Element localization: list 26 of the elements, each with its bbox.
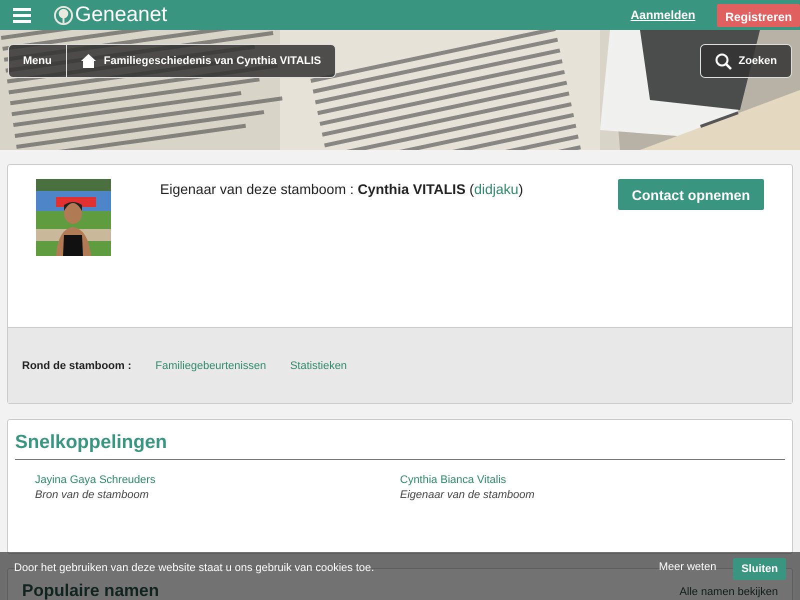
section-title: Snelkoppelingen xyxy=(15,420,785,460)
person-link[interactable]: Jayina Gaya Schreuders xyxy=(35,474,156,486)
breadcrumb-link[interactable]: Familiegeschiedenis van Cynthia VITALIS xyxy=(104,55,322,67)
close-button[interactable]: Sluiten xyxy=(733,558,786,580)
home-icon xyxy=(80,54,96,68)
section-label: Rond de stamboom : xyxy=(22,360,132,372)
search-button[interactable]: Zoeken xyxy=(700,44,792,78)
logo[interactable]: Geneanet xyxy=(75,3,168,27)
search-icon xyxy=(715,52,732,70)
menu-button[interactable]: Menu xyxy=(9,45,67,77)
menu-icon xyxy=(13,8,31,22)
register-button[interactable]: Registreren xyxy=(717,4,800,26)
nav-link[interactable]: Statistieken xyxy=(290,360,347,372)
username-link[interactable]: didjaku xyxy=(474,181,518,197)
nav-link[interactable]: Familiegebeurtenissen xyxy=(155,360,266,372)
more-link[interactable]: Meer weten xyxy=(658,561,716,573)
login-link[interactable]: Aanmelden xyxy=(630,8,696,22)
person-role: Bron van de stamboom xyxy=(35,489,150,501)
owner-text: Eigenaar van deze stamboom : Cynthia VITALIS (didjaku) xyxy=(160,180,524,199)
cookie-text: Door het gebruiken van deze website staat u ons gebruik van cookies toe. xyxy=(14,562,374,574)
person-role: Eigenaar van de stamboom xyxy=(400,489,536,501)
contact-button[interactable]: Contact opnemen xyxy=(618,179,764,210)
all-names-link[interactable]: Alle namen bekijken xyxy=(680,586,778,598)
section-title: Populaire namen xyxy=(22,582,159,599)
person-link[interactable]: Cynthia Bianca Vitalis xyxy=(400,474,506,486)
tree-icon xyxy=(54,6,73,24)
